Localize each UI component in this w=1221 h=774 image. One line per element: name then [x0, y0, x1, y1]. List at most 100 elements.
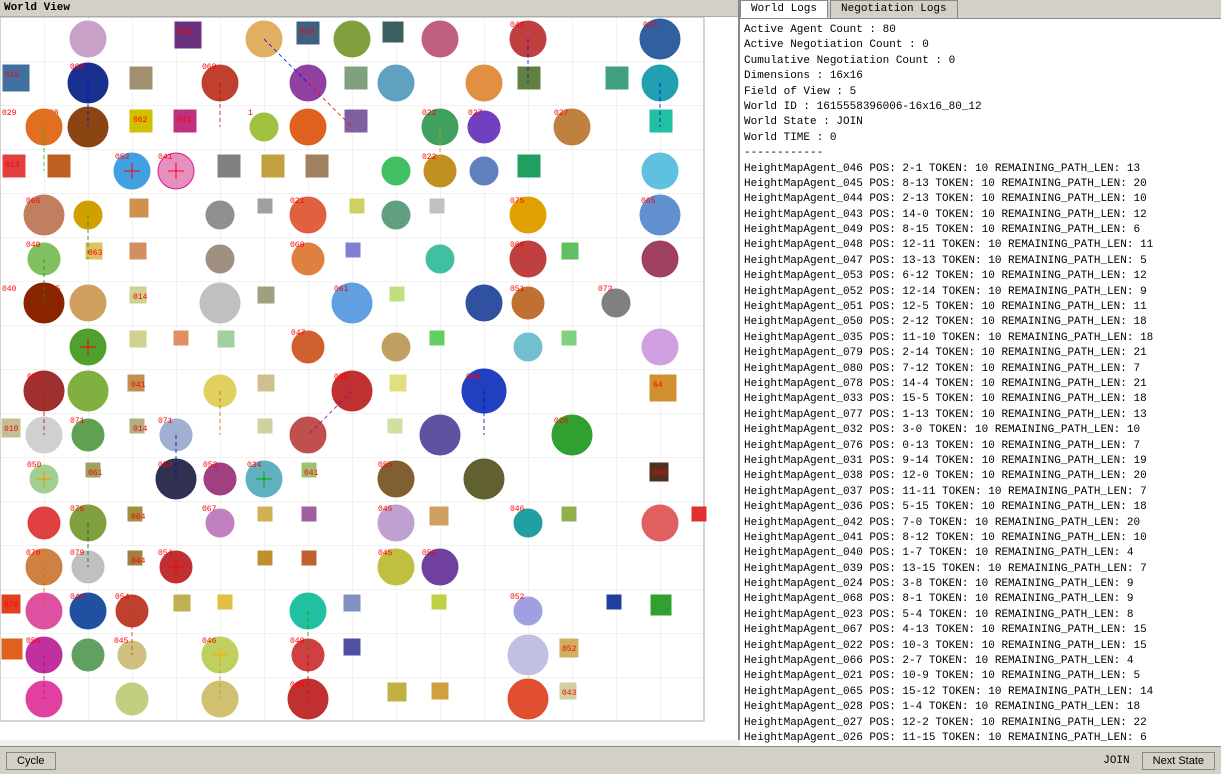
next-state-button[interactable]: Next State — [1142, 752, 1215, 770]
svg-text:073: 073 — [598, 285, 613, 294]
log-line: HeightMapAgent_044 POS: 2-13 TOKEN: 10 R… — [744, 192, 1217, 207]
svg-text:043: 043 — [562, 689, 577, 698]
svg-text:065: 065 — [641, 197, 656, 206]
log-line: HeightMapAgent_052 POS: 12-14 TOKEN: 10 … — [744, 285, 1217, 300]
right-panel: World Logs Negotiation Logs Active Agent… — [740, 0, 1221, 746]
svg-text:045: 045 — [378, 505, 393, 514]
svg-text:066: 066 — [26, 197, 41, 206]
svg-text:043: 043 — [300, 28, 315, 37]
svg-text:010: 010 — [4, 425, 19, 434]
svg-text:076: 076 — [70, 505, 85, 514]
svg-text:013: 013 — [5, 161, 20, 170]
svg-text:047: 047 — [291, 329, 306, 338]
svg-text:061: 061 — [88, 469, 103, 478]
svg-text:056: 056 — [26, 637, 41, 646]
svg-text:070: 070 — [26, 549, 41, 558]
log-line: HeightMapAgent_050 POS: 2-12 TOKEN: 10 R… — [744, 315, 1217, 330]
svg-text:049: 049 — [290, 681, 305, 690]
svg-text:063: 063 — [653, 469, 668, 478]
log-line: HeightMapAgent_039 POS: 13-15 TOKEN: 10 … — [744, 562, 1217, 577]
svg-text:041: 041 — [177, 116, 192, 125]
log-line: HeightMapAgent_028 POS: 1-4 TOKEN: 10 RE… — [744, 700, 1217, 715]
svg-text:054: 054 — [158, 549, 173, 558]
log-line: Field of View : 5 — [744, 85, 1217, 100]
svg-text:1: 1 — [248, 109, 253, 118]
svg-text:055: 055 — [378, 461, 393, 470]
log-line: HeightMapAgent_036 POS: 5-15 TOKEN: 10 R… — [744, 500, 1217, 515]
svg-text:052: 052 — [510, 593, 525, 602]
state-label: JOIN — [1103, 755, 1129, 767]
svg-text:052: 052 — [422, 549, 437, 558]
log-line: HeightMapAgent_053 POS: 6-12 TOKEN: 10 R… — [744, 269, 1217, 284]
log-line: World State : JOIN — [744, 115, 1217, 130]
svg-text:060: 060 — [466, 373, 481, 382]
svg-text:067: 067 — [202, 505, 217, 514]
log-line: HeightMapAgent_068 POS: 8-1 TOKEN: 10 RE… — [744, 592, 1217, 607]
log-line: HeightMapAgent_038 POS: 12-0 TOKEN: 10 R… — [744, 469, 1217, 484]
svg-text:060: 060 — [510, 241, 525, 250]
svg-text:034: 034 — [247, 461, 262, 470]
svg-text:040: 040 — [26, 241, 41, 250]
log-line: HeightMapAgent_024 POS: 3-8 TOKEN: 10 RE… — [744, 577, 1217, 592]
log-line: HeightMapAgent_079 POS: 2-14 TOKEN: 10 R… — [744, 346, 1217, 361]
log-line: HeightMapAgent_045 POS: 8-13 TOKEN: 10 R… — [744, 177, 1217, 192]
svg-text:071: 071 — [70, 417, 85, 426]
cycle-button[interactable]: Cycle — [6, 752, 56, 770]
svg-text:045: 045 — [114, 637, 129, 646]
world-grid-svg: 062 043 048 025 015 005 068 — [0, 17, 740, 732]
svg-text:041: 041 — [158, 153, 173, 162]
svg-text:048: 048 — [510, 21, 525, 30]
log-line: Active Agent Count : 80 — [744, 23, 1217, 38]
bottom-bar: Cycle JOIN Next State — [0, 746, 1221, 774]
svg-text:071: 071 — [158, 417, 173, 426]
world-view-title: World View — [0, 0, 738, 17]
log-line: HeightMapAgent_046 POS: 2-1 TOKEN: 10 RE… — [744, 162, 1217, 177]
svg-text:027: 027 — [554, 109, 569, 118]
svg-text:054: 054 — [115, 593, 130, 602]
log-line: Active Negotiation Count : 0 — [744, 38, 1217, 53]
svg-text:64: 64 — [653, 381, 663, 390]
svg-text:027: 027 — [468, 109, 483, 118]
svg-text:049: 049 — [290, 637, 305, 646]
svg-text:064: 064 — [131, 513, 146, 522]
log-line: HeightMapAgent_026 POS: 11-15 TOKEN: 10 … — [744, 731, 1217, 746]
log-line: World ID : 1615558396006-16x16_80_12 — [744, 100, 1217, 115]
svg-text:044: 044 — [131, 557, 146, 566]
svg-text:075: 075 — [510, 197, 525, 206]
svg-text:022: 022 — [422, 109, 437, 118]
log-line: HeightMapAgent_031 POS: 9-14 TOKEN: 10 R… — [744, 454, 1217, 469]
svg-text:071: 071 — [27, 373, 42, 382]
log-line: HeightMapAgent_027 POS: 12-2 TOKEN: 10 R… — [744, 716, 1217, 731]
log-line: HeightMapAgent_022 POS: 10-3 TOKEN: 10 R… — [744, 639, 1217, 654]
svg-text:046: 046 — [202, 637, 217, 646]
svg-text:035: 035 — [334, 373, 349, 382]
log-line: HeightMapAgent_023 POS: 5-4 TOKEN: 10 RE… — [744, 608, 1217, 623]
svg-text:062: 062 — [178, 28, 193, 37]
log-line: HeightMapAgent_049 POS: 8-15 TOKEN: 10 R… — [744, 223, 1217, 238]
svg-text:062: 062 — [133, 116, 148, 125]
log-content[interactable]: Active Agent Count : 80Active Negotiatio… — [740, 19, 1221, 746]
log-line: ------------ — [744, 146, 1217, 161]
svg-text:050: 050 — [27, 461, 42, 470]
log-line: HeightMapAgent_077 POS: 1-13 TOKEN: 10 R… — [744, 408, 1217, 423]
log-line: HeightMapAgent_065 POS: 15-12 TOKEN: 10 … — [744, 685, 1217, 700]
log-line: HeightMapAgent_037 POS: 11-11 TOKEN: 10 … — [744, 485, 1217, 500]
log-line: HeightMapAgent_032 POS: 3-0 TOKEN: 10 RE… — [744, 423, 1217, 438]
svg-text:053: 053 — [203, 461, 218, 470]
tab-world-logs[interactable]: World Logs — [740, 0, 828, 18]
svg-text:005: 005 — [70, 63, 85, 72]
svg-text:068: 068 — [202, 63, 217, 72]
log-line: HeightMapAgent_033 POS: 15-5 TOKEN: 10 R… — [744, 392, 1217, 407]
svg-text:021: 021 — [290, 197, 305, 206]
log-line: Cumulative Negotiation Count : 0 — [744, 54, 1217, 69]
log-line: HeightMapAgent_035 POS: 11-10 TOKEN: 10 … — [744, 331, 1217, 346]
log-line: HeightMapAgent_080 POS: 7-12 TOKEN: 10 R… — [744, 362, 1217, 377]
svg-text:026: 026 — [554, 417, 569, 426]
svg-text:061: 061 — [334, 285, 349, 294]
svg-text:040: 040 — [2, 285, 17, 294]
svg-text:041: 041 — [304, 469, 319, 478]
log-line: World TIME : 0 — [744, 131, 1217, 146]
tab-negotiation-logs[interactable]: Negotiation Logs — [830, 0, 958, 18]
svg-text:015: 015 — [5, 71, 20, 80]
svg-text:025: 025 — [643, 21, 658, 30]
